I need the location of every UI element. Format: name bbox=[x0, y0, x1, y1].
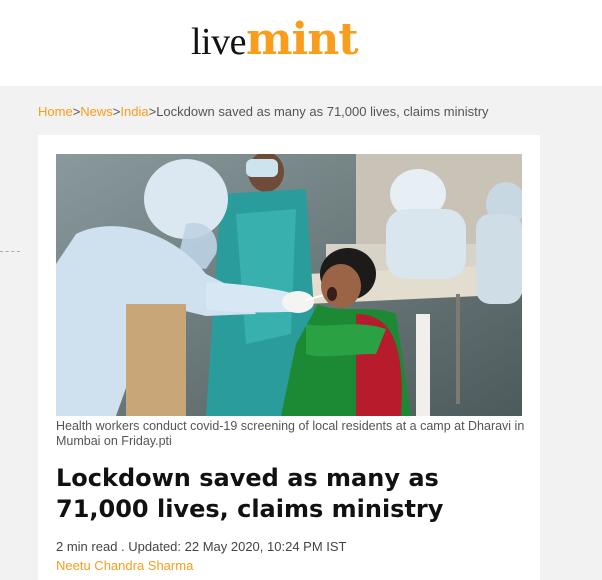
article-hero-image[interactable] bbox=[56, 154, 522, 416]
author-link[interactable]: Neetu Chandra Sharma bbox=[56, 558, 193, 573]
logo-mint-text: mint bbox=[245, 14, 359, 65]
side-divider bbox=[0, 251, 20, 252]
image-caption: Health workers conduct covid-19 screenin… bbox=[56, 419, 525, 448]
breadcrumb: Home>News>India>Lockdown saved as many a… bbox=[38, 104, 489, 119]
article-meta: 2 min read . Updated: 22 May 2020, 10:24… bbox=[56, 539, 347, 554]
covid-screening-photo bbox=[56, 154, 522, 416]
livemint-logo[interactable]: livemint bbox=[191, 14, 359, 65]
breadcrumb-news-link[interactable]: News bbox=[80, 104, 113, 119]
breadcrumb-home-link[interactable]: Home bbox=[38, 104, 73, 119]
breadcrumb-india-link[interactable]: India bbox=[120, 104, 148, 119]
site-header: livemint bbox=[0, 0, 602, 86]
article-card: Health workers conduct covid-19 screenin… bbox=[38, 135, 540, 580]
breadcrumb-current: Lockdown saved as many as 71,000 lives, … bbox=[156, 104, 489, 119]
logo-live-text: live bbox=[191, 21, 246, 63]
article-headline: Lockdown saved as many as 71,000 lives, … bbox=[56, 464, 444, 523]
